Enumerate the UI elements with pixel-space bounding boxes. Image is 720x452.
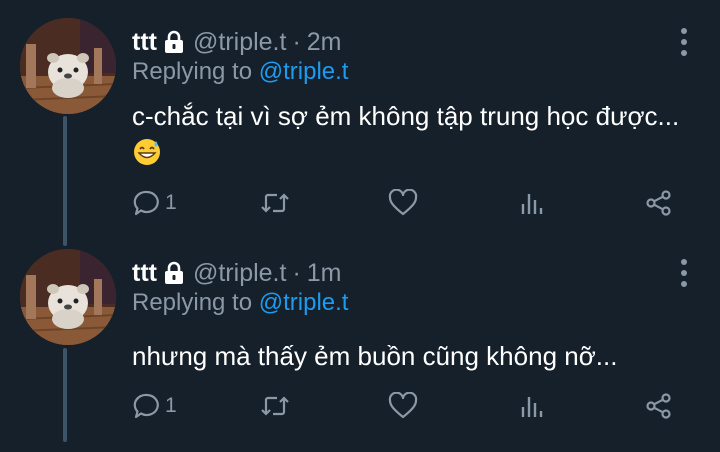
retweet-button[interactable] — [259, 388, 295, 424]
mention-link[interactable]: @triple.t — [259, 58, 349, 85]
like-button[interactable] — [388, 388, 422, 424]
avatar[interactable] — [20, 18, 116, 114]
reply-button[interactable]: 1 — [133, 185, 177, 221]
separator-dot: · — [292, 258, 301, 287]
share-icon — [645, 189, 673, 217]
more-options-icon[interactable] — [678, 259, 690, 287]
analytics-icon — [518, 189, 546, 217]
like-button[interactable] — [388, 185, 422, 221]
more-options-icon[interactable] — [678, 28, 690, 56]
replying-to: Replying to @triple.t — [132, 58, 348, 86]
avatar[interactable] — [20, 249, 116, 345]
reply-count: 1 — [165, 394, 177, 417]
reply-icon — [133, 189, 161, 217]
user-handle[interactable]: @triple.t — [193, 28, 286, 57]
timestamp[interactable]: 1m — [307, 259, 342, 288]
display-name[interactable]: ttt — [132, 28, 157, 57]
like-icon — [388, 392, 418, 420]
share-icon — [645, 392, 673, 420]
analytics-button[interactable] — [518, 185, 546, 221]
replying-prefix: Replying to — [132, 289, 259, 316]
replying-to: Replying to @triple.t — [132, 289, 348, 317]
share-button[interactable] — [645, 185, 673, 221]
tweet-header: ttt @triple.t · 1m — [132, 257, 342, 289]
tweet-text-content: c-chắc tại vì sợ ẻm không tập trung học … — [132, 101, 680, 131]
lock-icon — [163, 30, 185, 54]
tweet-header: ttt @triple.t · 2m — [132, 26, 342, 58]
reply-icon — [133, 392, 161, 420]
mention-link[interactable]: @triple.t — [259, 289, 349, 316]
tweet[interactable]: ttt @triple.t · 1m Replying to @triple.t… — [0, 231, 720, 452]
separator-dot: · — [292, 27, 301, 56]
analytics-icon — [518, 392, 546, 420]
like-icon — [388, 189, 418, 217]
analytics-button[interactable] — [518, 388, 546, 424]
tweet-text: c-chắc tại vì sợ ẻm không tập trung học … — [132, 99, 692, 175]
replying-prefix: Replying to — [132, 58, 259, 85]
user-handle[interactable]: @triple.t — [193, 259, 286, 288]
tweet-actions: 1 — [0, 388, 720, 424]
retweet-icon — [259, 392, 291, 420]
retweet-icon — [259, 189, 291, 217]
lock-icon — [163, 261, 185, 285]
reply-count: 1 — [165, 191, 177, 214]
grinning-sweat-emoji — [132, 137, 162, 175]
tweet-text-content: nhưng mà thấy ẻm buồn cũng không nỡ... — [132, 341, 618, 371]
tweet-actions: 1 — [0, 185, 720, 221]
share-button[interactable] — [645, 388, 673, 424]
tweet-text: nhưng mà thấy ẻm buồn cũng không nỡ... — [132, 339, 692, 373]
retweet-button[interactable] — [259, 185, 295, 221]
reply-button[interactable]: 1 — [133, 388, 177, 424]
tweet[interactable]: ttt @triple.t · 2m Replying to @triple.t… — [0, 0, 720, 221]
timestamp[interactable]: 2m — [307, 28, 342, 57]
display-name[interactable]: ttt — [132, 259, 157, 288]
